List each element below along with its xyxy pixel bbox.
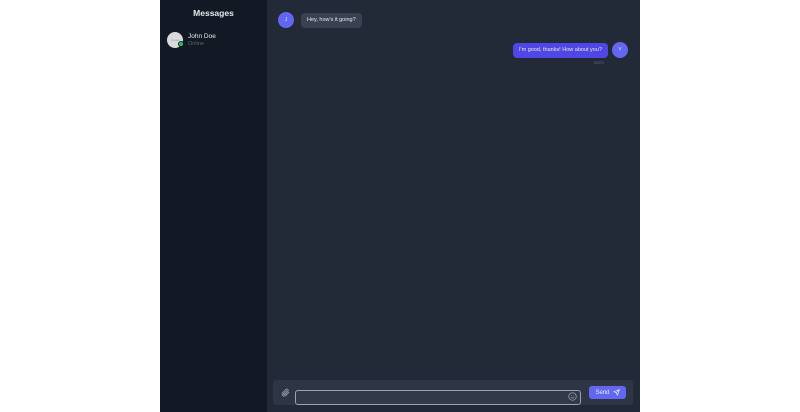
message-input[interactable] xyxy=(295,389,581,405)
contact-text: John Doe Online xyxy=(188,33,216,48)
paperclip-icon[interactable] xyxy=(278,386,292,400)
message-outgoing: I'm good, thanks! How about you? Y xyxy=(513,42,628,58)
smile-icon[interactable] xyxy=(568,388,577,401)
contact-name: John Doe xyxy=(188,32,216,40)
message-status: Seen xyxy=(593,60,604,65)
send-button[interactable]: Send xyxy=(589,386,626,399)
message-composer: Send xyxy=(273,380,633,405)
chat-app: Messages Avatar John Doe Online J Hey, h… xyxy=(160,0,640,412)
message-incoming: J Hey, how's it going? xyxy=(278,12,362,28)
chat-main: J Hey, how's it going? I'm good, thanks!… xyxy=(267,0,640,412)
message-bubble: Hey, how's it going? xyxy=(301,12,362,28)
paper-plane-icon xyxy=(612,389,620,396)
sidebar: Messages Avatar John Doe Online xyxy=(160,0,267,412)
send-button-label: Send xyxy=(595,389,610,396)
online-status-dot xyxy=(178,41,184,47)
contact-avatar-wrap: Avatar xyxy=(167,32,184,48)
message-bubble: I'm good, thanks! How about you? xyxy=(513,42,608,58)
sidebar-title: Messages xyxy=(193,8,234,18)
contact-item[interactable]: Avatar John Doe Online xyxy=(160,28,267,52)
message-avatar: J xyxy=(278,12,294,28)
message-input-wrap xyxy=(295,385,581,405)
message-avatar: Y xyxy=(612,42,628,58)
contact-status: Online xyxy=(188,40,204,47)
